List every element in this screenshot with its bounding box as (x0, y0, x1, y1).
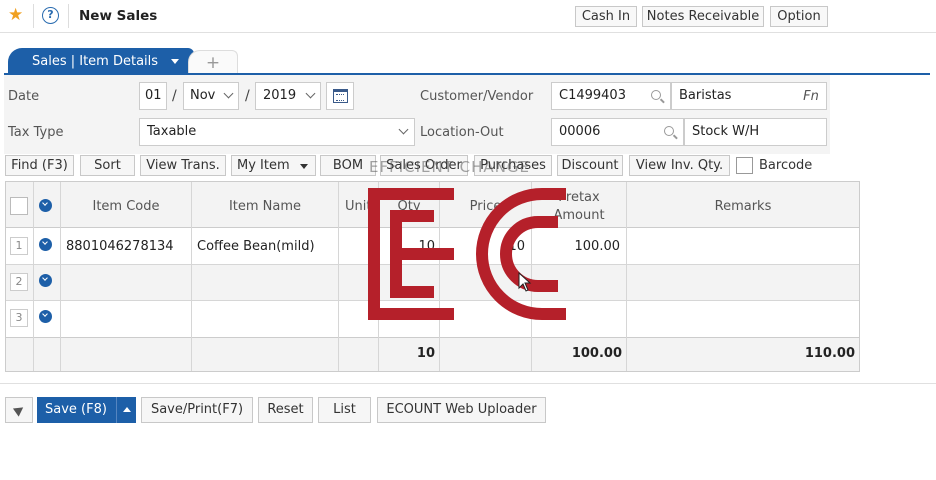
date-separator: / (172, 88, 177, 104)
header-remarks[interactable]: Remarks (627, 199, 859, 214)
save-print-button[interactable]: Save/Print(F7) (141, 397, 253, 423)
location-code-input[interactable]: 00006 (551, 118, 657, 146)
bottom-divider (0, 383, 936, 384)
calendar-button[interactable] (326, 82, 354, 110)
date-label: Date (8, 89, 40, 104)
ecount-watermark-logo (368, 188, 566, 320)
reset-button[interactable]: Reset (258, 397, 313, 423)
save-button[interactable]: Save (F8) (37, 397, 136, 423)
add-tab-button[interactable]: + (188, 50, 238, 74)
select-all-checkbox[interactable] (10, 197, 28, 215)
row-expand-icon[interactable] (39, 310, 52, 323)
caret-down-icon (300, 164, 308, 169)
page-title: New Sales (79, 8, 158, 24)
cell-item-name[interactable]: Coffee Bean(mild) (197, 239, 315, 254)
chevron-down-icon (223, 88, 234, 99)
search-icon (651, 90, 661, 100)
customer-name-input[interactable]: Baristas (671, 82, 797, 110)
col-line (33, 182, 34, 371)
send-icon (12, 403, 27, 417)
option-button[interactable]: Option (770, 6, 828, 27)
cell-item-code[interactable]: 8801046278134 (66, 239, 174, 254)
notes-receivable-button[interactable]: Notes Receivable (642, 6, 764, 27)
view-inv-qty-button[interactable]: View Inv. Qty. (629, 155, 730, 176)
sort-button[interactable]: Sort (80, 155, 135, 176)
date-day-field[interactable]: 01 (139, 82, 167, 110)
total-remarks: 110.00 (804, 346, 855, 361)
cash-in-button[interactable]: Cash In (575, 6, 637, 27)
tax-type-label: Tax Type (8, 125, 64, 140)
expand-all-icon[interactable] (39, 199, 52, 212)
caret-down-icon (171, 59, 179, 64)
view-trans-button[interactable]: View Trans. (140, 155, 226, 176)
customer-code-input[interactable]: C1499403 (551, 82, 644, 110)
fn-button[interactable]: Fn (796, 82, 827, 110)
divider (68, 4, 69, 28)
list-button[interactable]: List (318, 397, 371, 423)
location-name-input[interactable]: Stock W/H (684, 118, 827, 146)
divider (33, 4, 34, 28)
calendar-icon (333, 89, 348, 103)
total-qty: 10 (416, 346, 435, 361)
save-label: Save (F8) (45, 402, 107, 417)
location-out-label: Location-Out (420, 125, 504, 140)
customer-vendor-label: Customer/Vendor (420, 89, 534, 104)
tab-sales-item-details[interactable]: Sales | Item Details (8, 48, 194, 74)
favorite-star-icon[interactable]: ★ (8, 5, 26, 25)
help-icon[interactable]: ? (42, 7, 59, 24)
row-number: 1 (10, 237, 28, 255)
tax-type-value: Taxable (147, 124, 197, 139)
row-number: 3 (10, 309, 28, 327)
location-search-button[interactable] (656, 118, 684, 146)
send-button[interactable] (5, 397, 33, 423)
tax-type-select[interactable]: Taxable (139, 118, 415, 146)
date-month-select[interactable]: Nov (183, 82, 239, 110)
row-number: 2 (10, 273, 28, 291)
date-year-select[interactable]: 2019 (255, 82, 321, 110)
web-uploader-button[interactable]: ECOUNT Web Uploader (377, 397, 546, 423)
customer-search-button[interactable] (643, 82, 671, 110)
chevron-down-icon (398, 124, 409, 135)
chevron-down-icon (305, 88, 316, 99)
mouse-cursor-icon (518, 272, 532, 292)
save-divider (116, 397, 117, 423)
find-button[interactable]: Find (F3) (5, 155, 74, 176)
barcode-label: Barcode (759, 158, 813, 173)
header-item-code[interactable]: Item Code (61, 199, 191, 214)
barcode-checkbox[interactable] (736, 157, 753, 174)
date-separator: / (245, 88, 250, 104)
header-item-name[interactable]: Item Name (192, 199, 338, 214)
row-expand-icon[interactable] (39, 238, 52, 251)
search-icon (664, 126, 674, 136)
row-expand-icon[interactable] (39, 274, 52, 287)
tab-label: Sales | Item Details (32, 54, 159, 69)
date-month-value: Nov (190, 88, 216, 103)
total-pretax-amount: 100.00 (571, 346, 622, 361)
date-year-value: 2019 (263, 88, 297, 103)
top-bar: ★ ? New Sales Cash In Notes Receivable O… (0, 0, 936, 33)
caret-up-icon[interactable] (123, 407, 131, 412)
